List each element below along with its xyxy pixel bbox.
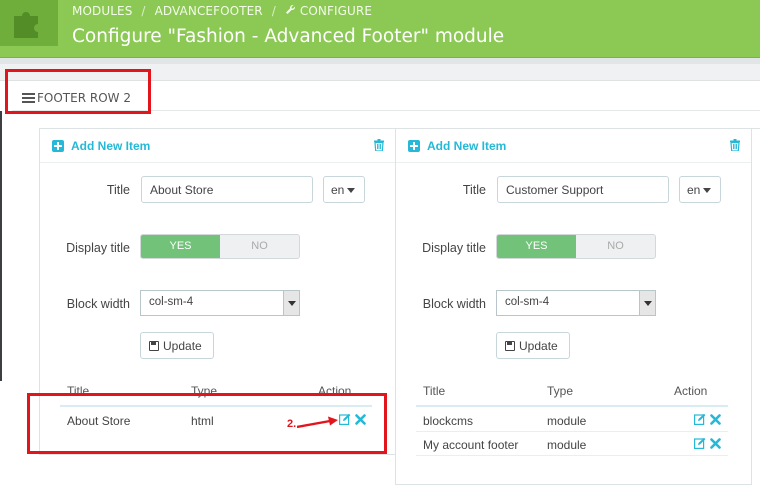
toggle-no[interactable]: NO xyxy=(220,235,299,258)
plus-icon xyxy=(408,140,420,152)
caret-down-icon xyxy=(703,188,712,194)
row-divider xyxy=(416,431,728,432)
language-dropdown[interactable]: en xyxy=(323,176,365,203)
header-subbar xyxy=(0,58,760,64)
puzzle-icon xyxy=(14,12,38,38)
display-title-toggle[interactable]: YES NO xyxy=(140,234,300,259)
footer-column-3-edge xyxy=(751,128,760,485)
breadcrumb-configure-label: CONFIGURE xyxy=(299,4,373,18)
table-header-title: Title xyxy=(423,384,446,398)
block-width-select[interactable]: col-sm-4 xyxy=(496,290,656,316)
trash-icon[interactable] xyxy=(730,139,740,151)
breadcrumb-advancefooter[interactable]: ADVANCEFOOTER xyxy=(155,4,263,18)
title-label: Title xyxy=(106,183,130,197)
language-value: en xyxy=(331,183,345,197)
page-title: Configure "Fashion - Advanced Footer" mo… xyxy=(72,26,505,47)
display-title-label: Display title xyxy=(422,241,486,255)
add-new-item-label: Add New Item xyxy=(427,139,507,153)
module-logo xyxy=(0,0,58,46)
row-title: My account footer xyxy=(423,438,519,452)
select-arrow-icon xyxy=(283,291,299,315)
add-new-item-link[interactable]: Add New Item xyxy=(52,139,150,153)
breadcrumb: MODULES / ADVANCEFOOTER / CONFIGURE xyxy=(72,4,372,18)
annotation-box-heading xyxy=(5,69,151,114)
breadcrumb-modules[interactable]: MODULES xyxy=(72,4,132,18)
edit-icon[interactable] xyxy=(694,437,706,449)
caret-down-icon xyxy=(347,188,356,194)
toggle-yes[interactable]: YES xyxy=(497,235,576,258)
toggle-no[interactable]: NO xyxy=(576,235,655,258)
add-new-item-label: Add New Item xyxy=(71,139,151,153)
update-button[interactable]: Update xyxy=(496,332,570,359)
block-width-label: Block width xyxy=(66,297,130,311)
page-header: MODULES / ADVANCEFOOTER / CONFIGURE Conf… xyxy=(0,0,760,58)
title-label: Title xyxy=(462,183,486,197)
save-icon xyxy=(505,340,515,351)
delete-icon[interactable] xyxy=(710,438,721,449)
trash-icon[interactable] xyxy=(374,139,384,151)
breadcrumb-separator: / xyxy=(141,4,146,18)
breadcrumb-separator: / xyxy=(271,4,276,18)
table-header-rule xyxy=(416,405,728,407)
row-divider xyxy=(416,455,728,456)
save-icon xyxy=(149,340,159,351)
left-edge xyxy=(0,111,2,381)
block-width-select[interactable]: col-sm-4 xyxy=(140,290,300,316)
column-header: Add New Item xyxy=(396,129,751,163)
breadcrumb-configure[interactable]: CONFIGURE xyxy=(285,4,372,18)
language-dropdown[interactable]: en xyxy=(679,176,721,203)
column-header: Add New Item xyxy=(40,129,395,163)
update-label: Update xyxy=(519,338,558,353)
toggle-yes[interactable]: YES xyxy=(141,235,220,258)
table-header-type: Type xyxy=(547,384,574,398)
update-label: Update xyxy=(163,338,202,353)
display-title-label: Display title xyxy=(66,241,130,255)
block-width-value: col-sm-4 xyxy=(149,296,194,308)
update-button[interactable]: Update xyxy=(140,332,214,359)
block-width-value: col-sm-4 xyxy=(505,296,550,308)
annotation-number: 2. xyxy=(287,418,297,430)
row-type: module xyxy=(547,438,587,452)
block-width-label: Block width xyxy=(422,297,486,311)
language-value: en xyxy=(687,183,701,197)
plus-icon xyxy=(52,140,64,152)
display-title-toggle[interactable]: YES NO xyxy=(496,234,656,259)
delete-icon[interactable] xyxy=(710,414,721,425)
title-input[interactable]: Customer Support xyxy=(497,176,669,203)
row-title: blockcms xyxy=(423,414,474,428)
select-arrow-icon xyxy=(639,291,655,315)
edit-icon[interactable] xyxy=(694,413,706,425)
add-new-item-link[interactable]: Add New Item xyxy=(408,139,506,153)
table-header-action: Action xyxy=(674,384,708,398)
wrench-icon xyxy=(285,4,295,15)
annotation-arrow-icon xyxy=(297,416,338,429)
title-input[interactable]: About Store xyxy=(141,176,313,203)
row-type: module xyxy=(547,414,587,428)
footer-column-2: Add New Item Title Customer Support en D… xyxy=(395,128,752,485)
